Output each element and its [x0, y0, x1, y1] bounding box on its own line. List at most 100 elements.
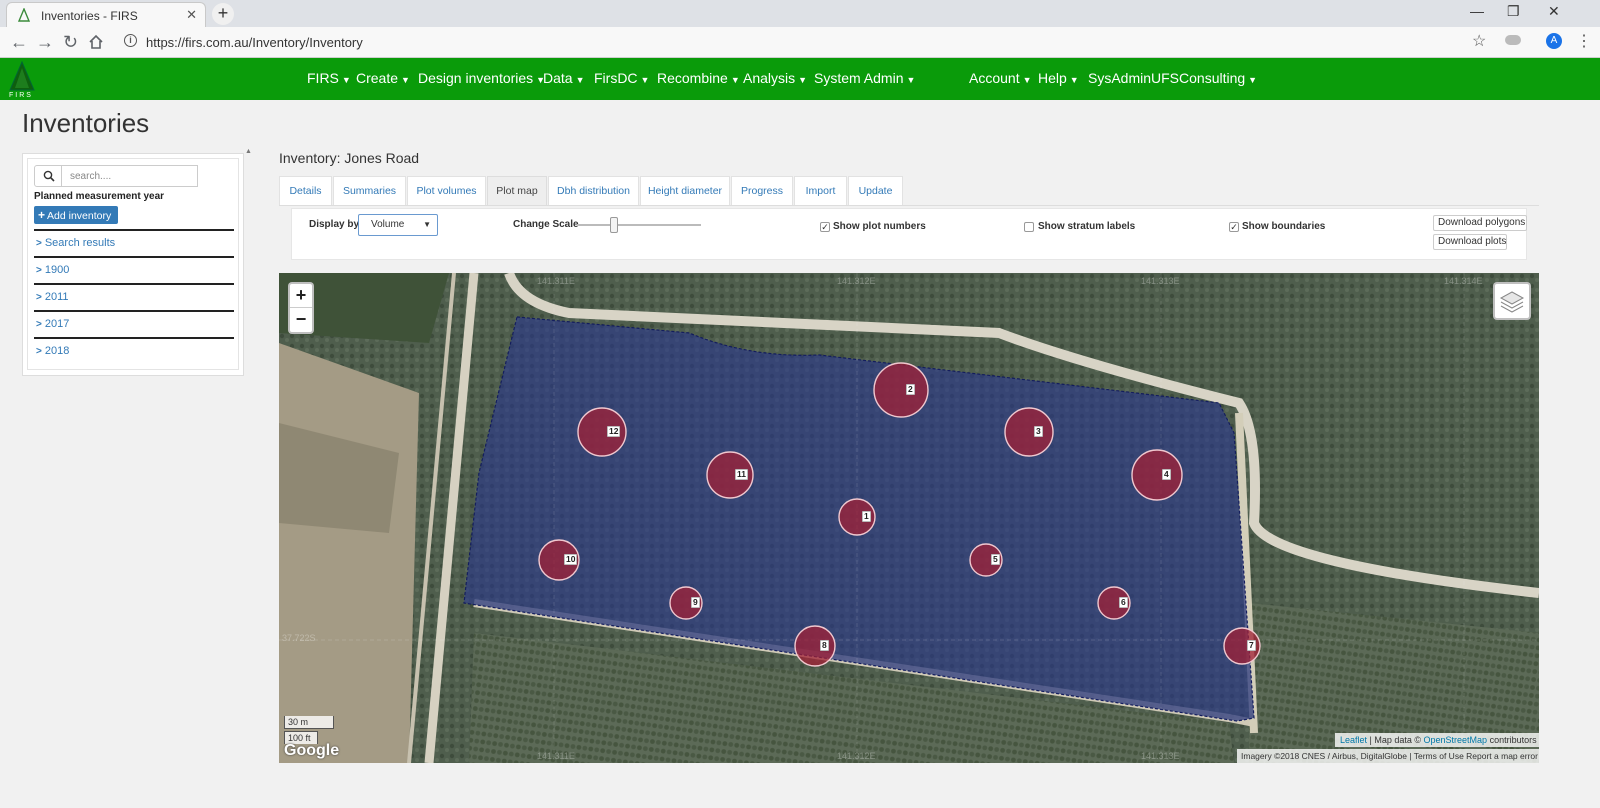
tab-plot-map[interactable]: Plot map — [487, 176, 547, 206]
tabs-divider — [279, 205, 1539, 206]
close-tab-icon[interactable]: ✕ — [186, 7, 197, 23]
menu-data[interactable]: Data ▼ — [543, 70, 585, 86]
plot-label-3: 3 — [1034, 426, 1043, 437]
imagery-attribution[interactable]: Imagery ©2018 CNES / Airbus, DigitalGlob… — [1237, 749, 1539, 763]
extension-icon[interactable] — [1505, 35, 1521, 45]
download-plots-button[interactable]: Download plots — [1433, 234, 1507, 250]
tab-height-diameter[interactable]: Height diameter — [640, 176, 730, 206]
plot-label-1: 1 — [862, 511, 871, 522]
browser-toolbar: ← → ↻ i https://firs.com.au/Inventory/In… — [0, 27, 1600, 58]
plot-label-5: 5 — [991, 554, 1000, 565]
caret-down-icon: ▼ — [575, 75, 585, 85]
coord-label: 141.313E — [1141, 751, 1180, 761]
url-text: https://firs.com.au/Inventory/Inventory — [146, 35, 363, 50]
sidebar-item-1900[interactable]: >1900 — [34, 256, 234, 281]
zoom-in-button[interactable]: + — [290, 284, 312, 308]
zoom-out-button[interactable]: − — [290, 308, 312, 332]
restore-icon[interactable]: ❐ — [1507, 3, 1520, 20]
tab-summaries[interactable]: Summaries — [333, 176, 406, 206]
new-tab-icon[interactable]: + — [212, 3, 234, 25]
minimize-icon[interactable]: — — [1470, 3, 1484, 19]
show-plot-numbers-label: Show plot numbers — [833, 221, 926, 232]
display-by-select[interactable]: Volume ▼ — [358, 214, 438, 236]
caret-down-icon: ▼ — [798, 75, 808, 85]
show-boundaries-checkbox[interactable]: ✓ — [1229, 222, 1239, 232]
plot-map[interactable]: 1 2 3 4 5 6 7 8 9 10 11 12 141.311E 141.… — [279, 273, 1539, 763]
browser-tab[interactable]: Inventories - FIRS ✕ — [6, 2, 206, 27]
sidebar-panel: Planned measurement year +Add inventory … — [27, 158, 239, 370]
menu-system-admin[interactable]: System Admin ▼ — [814, 70, 915, 86]
plot-marker-3[interactable] — [1004, 407, 1054, 457]
show-stratum-labels-label: Show stratum labels — [1038, 221, 1136, 232]
coord-label: 141.311E — [537, 276, 575, 286]
plot-marker-8[interactable] — [794, 625, 836, 667]
download-polygons-button[interactable]: Download polygons — [1433, 215, 1527, 231]
add-inventory-button[interactable]: + Add inventory — [34, 206, 118, 224]
tab-update[interactable]: Update — [848, 176, 903, 206]
layers-button[interactable] — [1493, 282, 1531, 320]
menu-recombine[interactable]: Recombine ▼ — [657, 70, 740, 86]
menu-analysis[interactable]: Analysis ▼ — [743, 70, 807, 86]
zoom-control: + − — [288, 282, 314, 334]
plot-marker-2[interactable] — [873, 362, 929, 418]
menu-user[interactable]: SysAdminUFSConsulting ▼ — [1088, 70, 1257, 86]
svg-text:FIRS: FIRS — [9, 92, 33, 98]
window-close-icon[interactable]: ✕ — [1548, 3, 1560, 20]
sidebar-item-2017[interactable]: >2017 — [34, 310, 234, 335]
browser-tabstrip: Inventories - FIRS ✕ + — ❐ ✕ — [0, 0, 1600, 27]
menu-firsdc[interactable]: FirsDC ▼ — [594, 70, 649, 86]
tab-details[interactable]: Details — [279, 176, 332, 206]
plot-label-12: 12 — [607, 426, 621, 437]
scale-slider-handle[interactable] — [610, 217, 618, 233]
scale-slider-track[interactable] — [577, 224, 701, 226]
plot-label-9: 9 — [691, 597, 700, 608]
chevron-right-icon: > — [36, 319, 42, 330]
coord-label: 141.313E — [1141, 276, 1180, 286]
reload-icon[interactable]: ↻ — [63, 31, 78, 53]
show-stratum-labels-checkbox[interactable] — [1024, 222, 1034, 232]
coord-label: 141.312E — [837, 276, 876, 286]
tab-dbh-distribution[interactable]: Dbh distribution — [548, 176, 639, 206]
show-boundaries-label: Show boundaries — [1242, 221, 1326, 232]
menu-create[interactable]: Create ▼ — [356, 70, 410, 86]
coord-label: 141.314E — [1444, 276, 1483, 286]
tab-import[interactable]: Import — [794, 176, 847, 206]
menu-firs[interactable]: FIRS ▼ — [307, 70, 351, 86]
chevron-right-icon: > — [36, 346, 42, 357]
back-icon[interactable]: ← — [10, 31, 28, 53]
caret-down-icon: ▼ — [1248, 75, 1258, 85]
address-bar[interactable]: i https://firs.com.au/Inventory/Inventor… — [116, 31, 1476, 54]
home-icon[interactable] — [88, 34, 104, 50]
bookmark-star-icon[interactable]: ☆ — [1472, 31, 1486, 51]
menu-design-inventories[interactable]: Design inventories ▼ — [418, 70, 545, 86]
map-attribution: Leaflet | Map data © OpenStreetMap contr… — [1335, 733, 1539, 747]
browser-tab-title: Inventories - FIRS — [41, 9, 138, 23]
firs-logo-icon[interactable]: FIRS — [6, 60, 38, 98]
scroll-up-icon[interactable]: ▲ — [245, 148, 252, 155]
browser-menu-icon[interactable]: ⋮ — [1576, 31, 1592, 51]
plot-label-11: 11 — [735, 469, 748, 480]
map-controls: Display by Volume ▼ Change Scale ✓ Show p… — [291, 208, 1527, 260]
satellite-imagery — [279, 273, 1539, 763]
site-info-icon[interactable]: i — [124, 34, 137, 47]
plot-label-10: 10 — [564, 554, 578, 565]
sidebar-item-2011[interactable]: >2011 — [34, 283, 234, 308]
tab-plot-volumes[interactable]: Plot volumes — [407, 176, 486, 206]
search-button[interactable] — [34, 165, 62, 187]
osm-link[interactable]: OpenStreetMap — [1424, 735, 1488, 745]
plot-marker-4[interactable] — [1131, 449, 1183, 501]
caret-down-icon: ▼ — [906, 75, 916, 85]
forward-icon[interactable]: → — [36, 31, 54, 53]
chevron-right-icon: > — [36, 238, 42, 249]
profile-avatar[interactable]: A — [1546, 33, 1562, 49]
leaflet-link[interactable]: Leaflet — [1340, 735, 1367, 745]
search-input[interactable] — [62, 165, 198, 187]
layers-icon — [1499, 291, 1525, 313]
tab-progress[interactable]: Progress — [731, 176, 793, 206]
menu-help[interactable]: Help ▼ — [1038, 70, 1079, 86]
show-plot-numbers-checkbox[interactable]: ✓ — [820, 222, 830, 232]
menu-account[interactable]: Account ▼ — [969, 70, 1032, 86]
sidebar-item-search-results[interactable]: > Search results — [34, 229, 234, 254]
caret-down-icon: ▼ — [1022, 75, 1032, 85]
sidebar-item-2018[interactable]: >2018 — [34, 337, 234, 362]
